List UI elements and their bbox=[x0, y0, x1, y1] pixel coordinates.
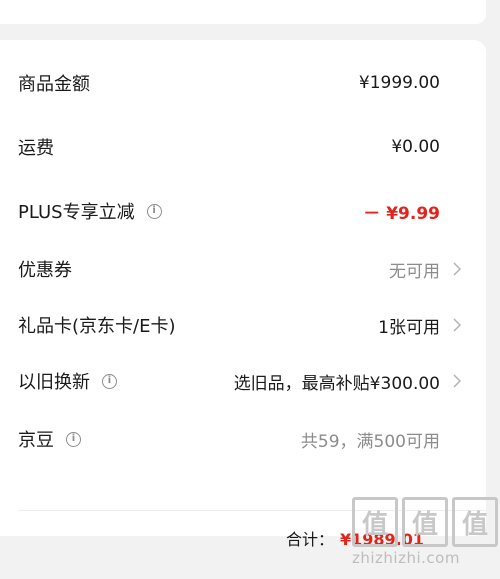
trade-in-label: 以旧换新 bbox=[18, 372, 90, 393]
order-summary-card: 商品金额 ¥1999.00 运费 ¥0.00 PLUS专享立减 i － ¥9.9… bbox=[0, 40, 486, 549]
site-watermark: 值 值 值 zhizhizhi.com bbox=[352, 497, 498, 577]
chevron-right-icon bbox=[448, 262, 466, 276]
plus-discount-label: PLUS专享立减 bbox=[18, 202, 135, 223]
watermark-logo: 值 值 值 bbox=[352, 497, 498, 547]
gift-card-value: 1张可用 bbox=[378, 317, 440, 338]
coupon-value: 无可用 bbox=[389, 261, 440, 282]
shipping-label: 运费 bbox=[18, 138, 54, 159]
jingdou-label: 京豆 bbox=[18, 430, 54, 451]
info-icon[interactable]: i bbox=[66, 431, 81, 447]
row-coupon[interactable]: 优惠券 无可用 bbox=[18, 256, 466, 282]
goods-amount-value: ¥1999.00 bbox=[358, 73, 440, 93]
row-jingdou: 京豆 i 共59，满500可用 bbox=[18, 426, 466, 452]
goods-amount-label: 商品金额 bbox=[18, 74, 90, 95]
row-shipping: 运费 ¥0.00 bbox=[18, 134, 466, 160]
chevron-right-icon bbox=[448, 318, 466, 332]
row-plus-discount: PLUS专享立减 i － ¥9.99 bbox=[18, 198, 466, 224]
watermark-text: zhizhizhi.com bbox=[352, 549, 460, 567]
row-goods-amount: 商品金额 ¥1999.00 bbox=[18, 70, 466, 96]
info-icon[interactable]: i bbox=[102, 373, 117, 389]
trade-in-value: 选旧品，最高补贴¥300.00 bbox=[233, 373, 440, 394]
gift-card-label: 礼品卡(京东卡/E卡) bbox=[18, 316, 176, 337]
coupon-label: 优惠券 bbox=[18, 260, 72, 281]
jingdou-value: 共59，满500可用 bbox=[300, 431, 440, 452]
chevron-right-icon bbox=[448, 374, 466, 388]
row-trade-in[interactable]: 以旧换新 i 选旧品，最高补贴¥300.00 bbox=[18, 368, 466, 394]
total-label: 合计： bbox=[285, 530, 334, 549]
plus-discount-value: － ¥9.99 bbox=[363, 203, 440, 224]
row-gift-card[interactable]: 礼品卡(京东卡/E卡) 1张可用 bbox=[18, 312, 466, 338]
previous-section-card bbox=[0, 0, 486, 24]
info-icon[interactable]: i bbox=[146, 203, 162, 219]
shipping-value: ¥0.00 bbox=[391, 137, 440, 157]
